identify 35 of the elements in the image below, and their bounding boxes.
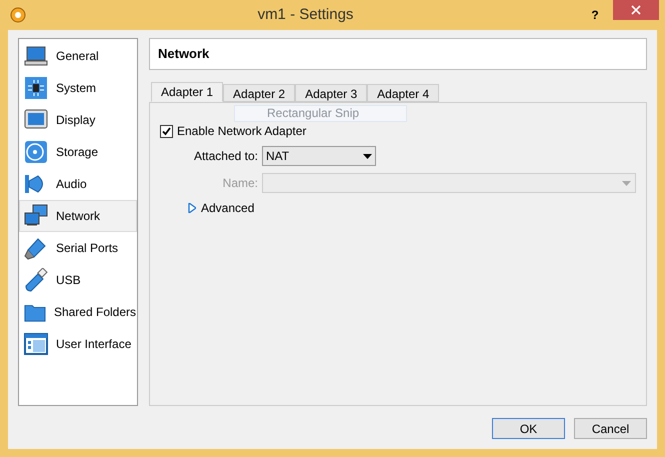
- sidebar-item[interactable]: Serial Ports: [19, 232, 137, 264]
- caret-icon: [363, 154, 372, 158]
- dialog-button[interactable]: OK: [492, 418, 565, 439]
- tab[interactable]: Adapter 3: [295, 84, 368, 102]
- window-icon: [24, 332, 48, 356]
- network-icon: [24, 204, 48, 228]
- chip-icon: [24, 76, 48, 100]
- advanced-toggle[interactable]: Advanced: [188, 199, 254, 217]
- attached-to-label: Attached to:: [192, 148, 259, 165]
- sidebar-item[interactable]: General: [19, 40, 137, 72]
- tab[interactable]: Adapter 4: [367, 84, 440, 102]
- sidebar-item[interactable]: System: [19, 72, 137, 104]
- close-button[interactable]: [613, 0, 659, 20]
- usb-stick-icon: [24, 268, 48, 292]
- checkbox-label: Enable Network Adapter: [177, 123, 306, 140]
- tab[interactable]: Adapter 1: [151, 82, 224, 102]
- window-title: vm1 - Settings: [256, 4, 354, 25]
- page-title: Network: [158, 45, 210, 64]
- sidebar-item[interactable]: Audio: [19, 168, 137, 200]
- sidebar-item[interactable]: User Interface: [19, 328, 137, 360]
- snip-tooltip: Rectangular Snip: [234, 105, 407, 122]
- help-button[interactable]: ?: [585, 6, 605, 24]
- close-icon: [631, 5, 641, 15]
- dialog-button[interactable]: Cancel: [574, 418, 647, 439]
- checkbox[interactable]: [160, 124, 173, 138]
- sidebar-item[interactable]: Shared Folders: [19, 296, 137, 328]
- sidebar-item[interactable]: Storage: [19, 136, 137, 168]
- sidebar-item[interactable]: Network: [19, 200, 137, 232]
- laptop-icon: [24, 44, 48, 68]
- tab[interactable]: Adapter 2: [223, 84, 296, 102]
- sidebar-item[interactable]: Display: [19, 104, 137, 136]
- attached-to-dropdown[interactable]: NAT: [262, 146, 376, 166]
- sidebar-item[interactable]: USB: [19, 264, 137, 296]
- name-label: Name:: [222, 175, 259, 192]
- caret-icon: [622, 180, 631, 186]
